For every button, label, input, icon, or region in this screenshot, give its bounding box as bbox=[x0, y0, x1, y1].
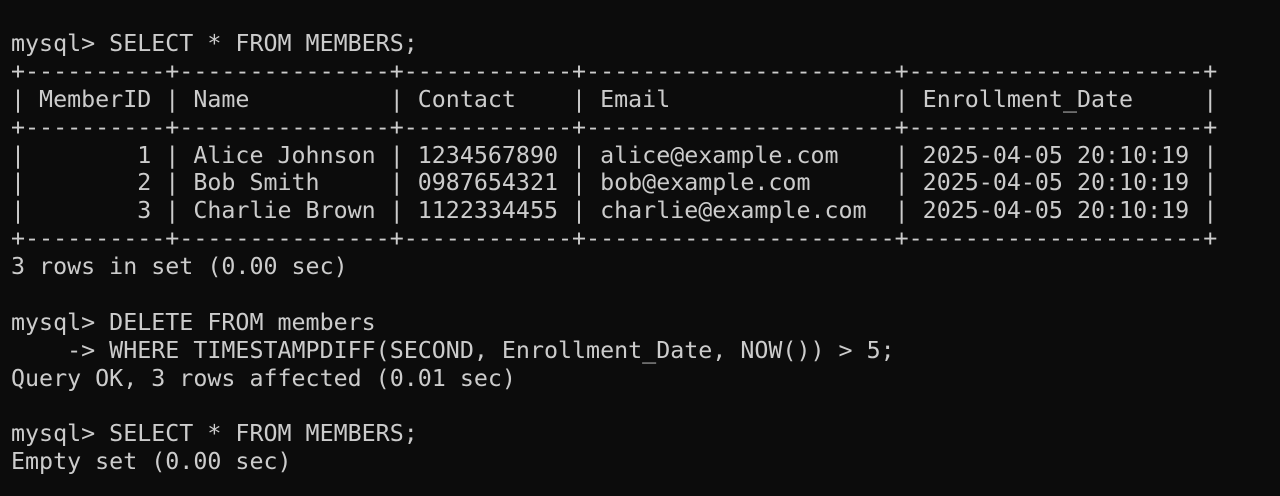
prompt-select-command: mysql> SELECT * FROM MEMBERS; bbox=[11, 30, 418, 57]
table-header-row: | MemberID | Name | Contact | Email | En… bbox=[11, 85, 1218, 113]
table-row: | 1 | Alice Johnson | 1234567890 | alice… bbox=[11, 141, 1218, 169]
table-border-header: +----------+---------------+------------… bbox=[11, 113, 1218, 141]
table-border-bottom: +----------+---------------+------------… bbox=[11, 225, 1218, 253]
prompt-delete-command: mysql> DELETE FROM members bbox=[11, 308, 376, 336]
result-status: Query OK, 3 rows affected (0.01 sec) bbox=[11, 364, 516, 392]
table-row: | 2 | Bob Smith | 0987654321 | bob@examp… bbox=[11, 169, 1218, 197]
result-status: Empty set (0.00 sec) bbox=[11, 448, 292, 476]
prompt-continuation: -> WHERE TIMESTAMPDIFF(SECOND, Enrollmen… bbox=[11, 336, 895, 364]
result-status: 3 rows in set (0.00 sec) bbox=[11, 253, 348, 281]
terminal-window[interactable]: mysql> SELECT * FROM MEMBERS; +---------… bbox=[0, 0, 1280, 496]
prompt-select-command: mysql> SELECT * FROM MEMBERS; bbox=[11, 420, 418, 448]
table-row: | 3 | Charlie Brown | 1122334455 | charl… bbox=[11, 197, 1218, 225]
table-border-top: +----------+---------------+------------… bbox=[11, 57, 1218, 85]
